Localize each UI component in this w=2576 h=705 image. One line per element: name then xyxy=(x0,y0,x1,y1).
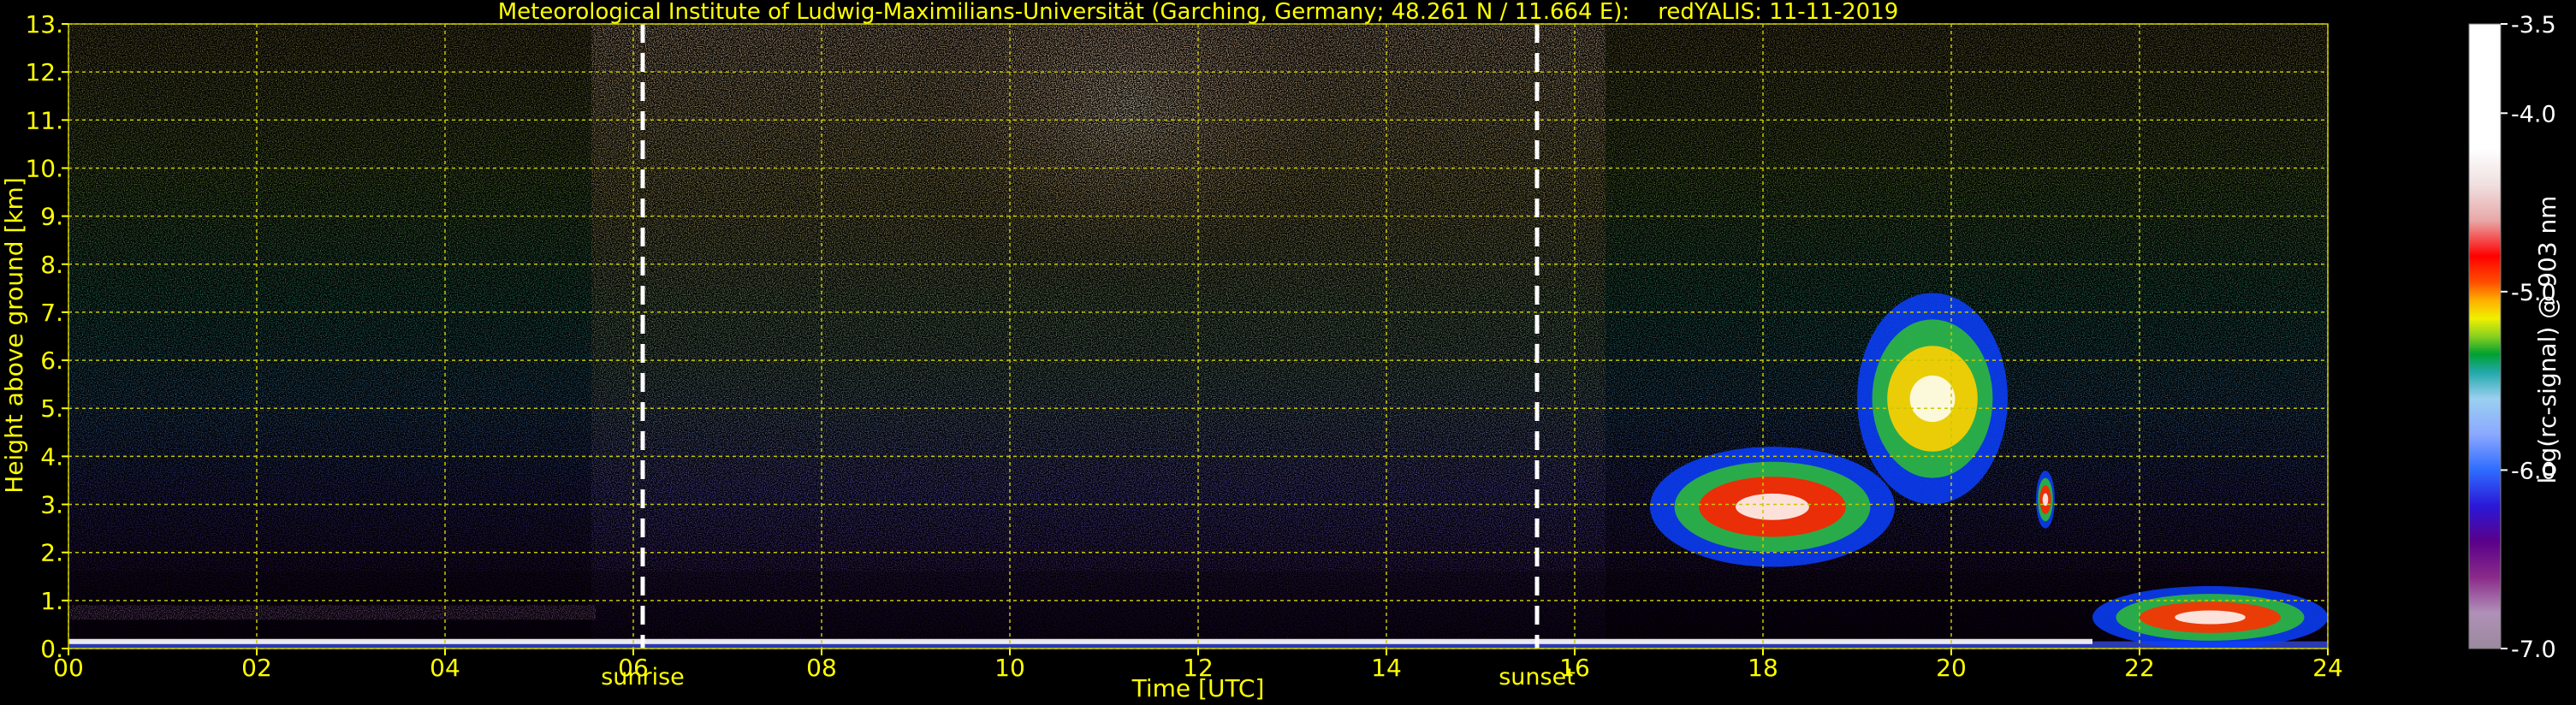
cloud-layer-peak xyxy=(1909,375,1956,423)
x-tick-label: 14 xyxy=(1371,654,1402,682)
y-tick-label: 3. xyxy=(40,491,63,519)
colorbar-scale xyxy=(2468,23,2502,649)
y-tick-label: 9. xyxy=(40,203,63,231)
y-tick-label: 6. xyxy=(40,347,63,375)
y-axis-label: Height above ground [km] xyxy=(0,177,28,494)
x-tick-label: 02 xyxy=(241,654,272,682)
night-aerosol-layer xyxy=(68,605,596,620)
x-tick-label: 08 xyxy=(806,654,837,682)
y-tick-label: 10. xyxy=(25,154,63,182)
x-tick-label: 04 xyxy=(430,654,460,682)
boundary-layer-peak xyxy=(2175,610,2246,625)
y-tick-label: 11. xyxy=(25,106,63,134)
y-tick-label: 1. xyxy=(40,587,63,615)
cloud-layer-peak xyxy=(1736,493,1809,520)
x-tick-label: 16 xyxy=(1559,654,1590,682)
y-tick-label: 5. xyxy=(40,394,63,423)
x-tick-label: 24 xyxy=(2312,654,2343,682)
colorbar-label: log(rc-signal) @ 903 nm xyxy=(2533,196,2561,484)
x-tick-label: 10 xyxy=(994,654,1025,682)
x-tick-label: 22 xyxy=(2124,654,2155,682)
chart-title: Meteorological Institute of Ludwig-Maxim… xyxy=(498,0,1899,25)
y-tick-label: 13. xyxy=(25,10,63,39)
noon-glow xyxy=(916,24,1339,361)
y-tick-label: 0. xyxy=(40,635,63,663)
lidar-chart: sunrise sunset 00 02 04 06 08 10 12 14 16 18 20 22 24… xyxy=(0,0,2561,702)
y-tick-label: 7. xyxy=(40,299,63,327)
x-axis-label: Time [UTC] xyxy=(1131,674,1265,702)
x-tick-label: 20 xyxy=(1936,654,1967,682)
y-tick-label: 8. xyxy=(40,251,63,279)
y-tick-label: 4. xyxy=(40,442,63,471)
y-tick-label: 2. xyxy=(40,539,63,567)
y-tick-label: 12. xyxy=(25,58,63,86)
colorbar-tick-label: -4.0 xyxy=(2511,101,2556,127)
surface-line xyxy=(68,638,2092,644)
colorbar-tick-label: -3.5 xyxy=(2511,12,2556,39)
colorbar-tick-label: -7.0 xyxy=(2511,637,2556,663)
x-tick-label: 06 xyxy=(618,654,649,682)
x-tick-label: 18 xyxy=(1748,654,1778,682)
